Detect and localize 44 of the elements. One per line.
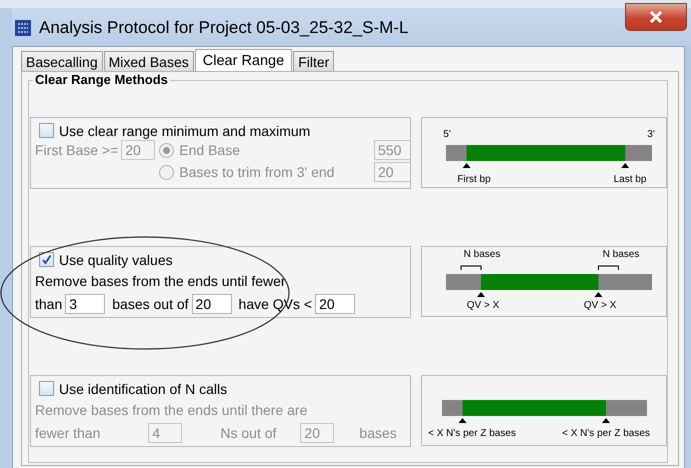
n-bases-label: N bases: [464, 249, 500, 260]
checkbox-label: Use identification of N calls: [59, 380, 228, 396]
n-calls-label: < X N's per Z bases: [428, 428, 516, 439]
marker-icon: [602, 418, 610, 423]
instruction-text: bases: [359, 424, 397, 440]
instruction-text: than: [35, 296, 62, 312]
window-title: Analysis Protocol for Project 05-03_25-32_S-M-L: [39, 18, 408, 38]
instruction-text: bases out of: [112, 296, 189, 312]
five-prime-label: 5': [443, 129, 451, 140]
marker-icon: [458, 418, 466, 423]
tab[interactable]: Clear Range: [194, 49, 292, 71]
number-field[interactable]: 20: [192, 294, 232, 314]
n-bases-label: N bases: [602, 249, 640, 260]
n-calls-label: < X N's per Z bases: [562, 428, 650, 439]
number-field[interactable]: 20: [315, 294, 356, 314]
instruction-text: Remove bases from the ends until fewer: [35, 272, 286, 288]
first-bp-label: First bp: [457, 174, 491, 185]
bracket-icon: [460, 266, 482, 270]
tab[interactable]: Mixed Bases: [104, 51, 194, 71]
three-prime-label: 3': [647, 129, 655, 140]
marker-icon: [462, 163, 471, 168]
tab[interactable]: Filter: [293, 51, 334, 71]
marker-icon: [594, 292, 602, 297]
close-icon: [649, 11, 663, 23]
last-bp-label: Last bp: [614, 174, 646, 185]
instruction-text: fewer than: [35, 424, 100, 440]
group-title: Clear Range Methods: [33, 72, 170, 87]
number-field[interactable]: 3: [65, 294, 106, 314]
marker-icon: [477, 292, 486, 297]
checkbox-label: Use clear range minimum and maximum: [59, 122, 310, 138]
qv-label: QV > X: [466, 300, 500, 311]
marker-icon: [621, 163, 630, 168]
instruction-text: Remove bases from the ends until there are: [35, 402, 308, 418]
checkbox[interactable]: [39, 252, 54, 267]
radio-label: End Base: [179, 142, 240, 158]
field-label: First Base >=: [35, 142, 118, 158]
tab[interactable]: Basecalling: [21, 51, 103, 71]
qv-label: QV > X: [584, 300, 616, 311]
instruction-text: Ns out of: [220, 424, 276, 440]
bracket-icon: [598, 266, 619, 270]
checkbox-label: Use quality values: [59, 252, 173, 268]
close-button[interactable]: [625, 3, 687, 31]
radio-label: Bases to trim from 3' end: [179, 164, 334, 180]
app-icon: [15, 20, 31, 36]
